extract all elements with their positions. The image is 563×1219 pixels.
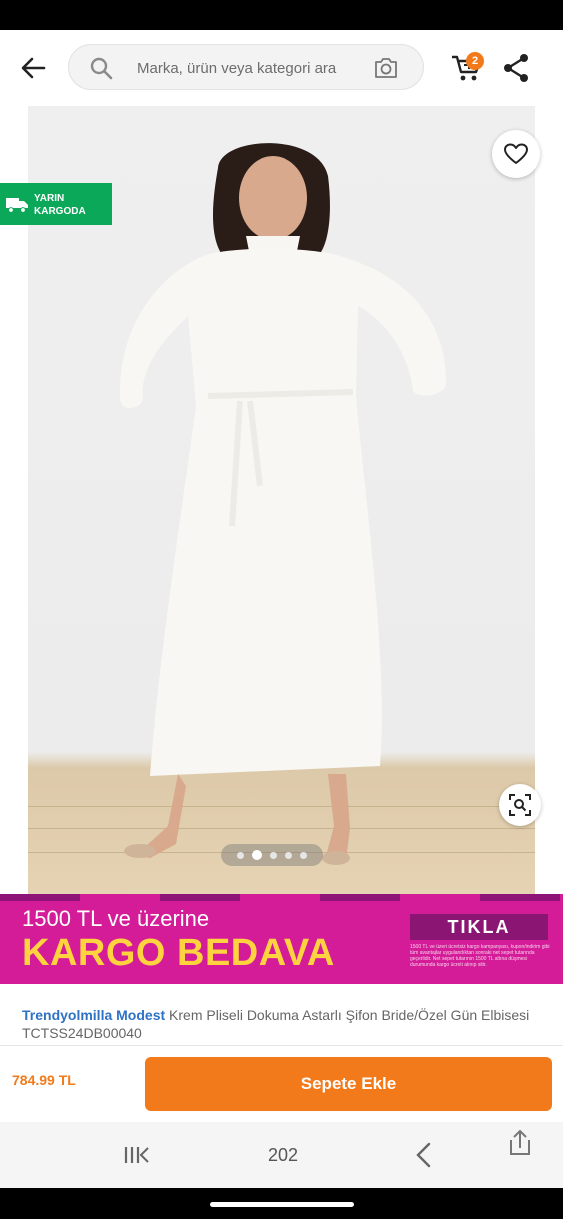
scan-icon <box>509 794 531 816</box>
banner-stripe <box>0 894 563 901</box>
system-nav-bar <box>0 1188 563 1219</box>
pagination-dot[interactable] <box>300 851 307 859</box>
heart-icon <box>504 143 528 164</box>
share-out-icon[interactable] <box>505 1128 535 1158</box>
arrow-left-icon <box>21 57 46 79</box>
search-bar[interactable] <box>68 44 424 90</box>
pagination-dot-active[interactable] <box>252 850 262 860</box>
pagination-dot[interactable] <box>270 851 277 859</box>
gallery-pagination[interactable] <box>221 844 323 866</box>
pagination-dot[interactable] <box>285 851 292 859</box>
delivery-badge-line1: YARIN <box>34 193 65 204</box>
home-indicator[interactable] <box>210 1202 354 1207</box>
delivery-badge-line2: KARGODA <box>34 206 86 217</box>
search-icon <box>90 57 113 80</box>
banner-threshold-text: 1500 TL ve üzerine <box>22 906 210 931</box>
cart-count-badge: 2 <box>466 52 484 70</box>
browser-toolbar: 202 <box>0 1122 563 1188</box>
banner-cta-button[interactable]: TIKLA <box>410 914 548 940</box>
share-icon[interactable] <box>500 52 532 84</box>
divider <box>0 1045 563 1046</box>
pagination-dot[interactable] <box>237 851 244 859</box>
product-gallery[interactable]: YARIN KARGODA <box>0 106 563 894</box>
banner-fine-print: 1500 TL ve üzeri ücretsiz kargo kampanya… <box>410 944 550 968</box>
image-search-button[interactable] <box>499 784 541 826</box>
tab-count[interactable]: 202 <box>258 1142 308 1168</box>
delivery-badge-text: YARIN KARGODA <box>34 192 104 218</box>
back-button[interactable] <box>14 52 52 84</box>
favorite-button[interactable] <box>492 130 540 178</box>
add-to-cart-button[interactable]: Sepete Ekle <box>145 1057 552 1111</box>
brand-link[interactable]: Trendyolmilla Modest <box>22 1007 165 1023</box>
top-bar: 2 <box>0 30 563 106</box>
status-bar <box>0 0 563 30</box>
banner-headline: KARGO BEDAVA <box>22 932 335 974</box>
truck-icon <box>6 198 28 213</box>
free-shipping-banner[interactable]: 1500 TL ve üzerine KARGO BEDAVA TIKLA 15… <box>0 894 563 984</box>
product-title: Trendyolmilla Modest Krem Pliseli Dokuma… <box>22 1006 542 1042</box>
chevron-left-icon[interactable] <box>410 1140 440 1170</box>
search-input[interactable] <box>137 58 357 78</box>
product-price: 784.99 TL <box>12 1072 76 1088</box>
camera-search-icon[interactable] <box>373 56 399 80</box>
recent-apps-icon[interactable] <box>120 1142 150 1168</box>
delivery-badge: YARIN KARGODA <box>0 183 112 225</box>
